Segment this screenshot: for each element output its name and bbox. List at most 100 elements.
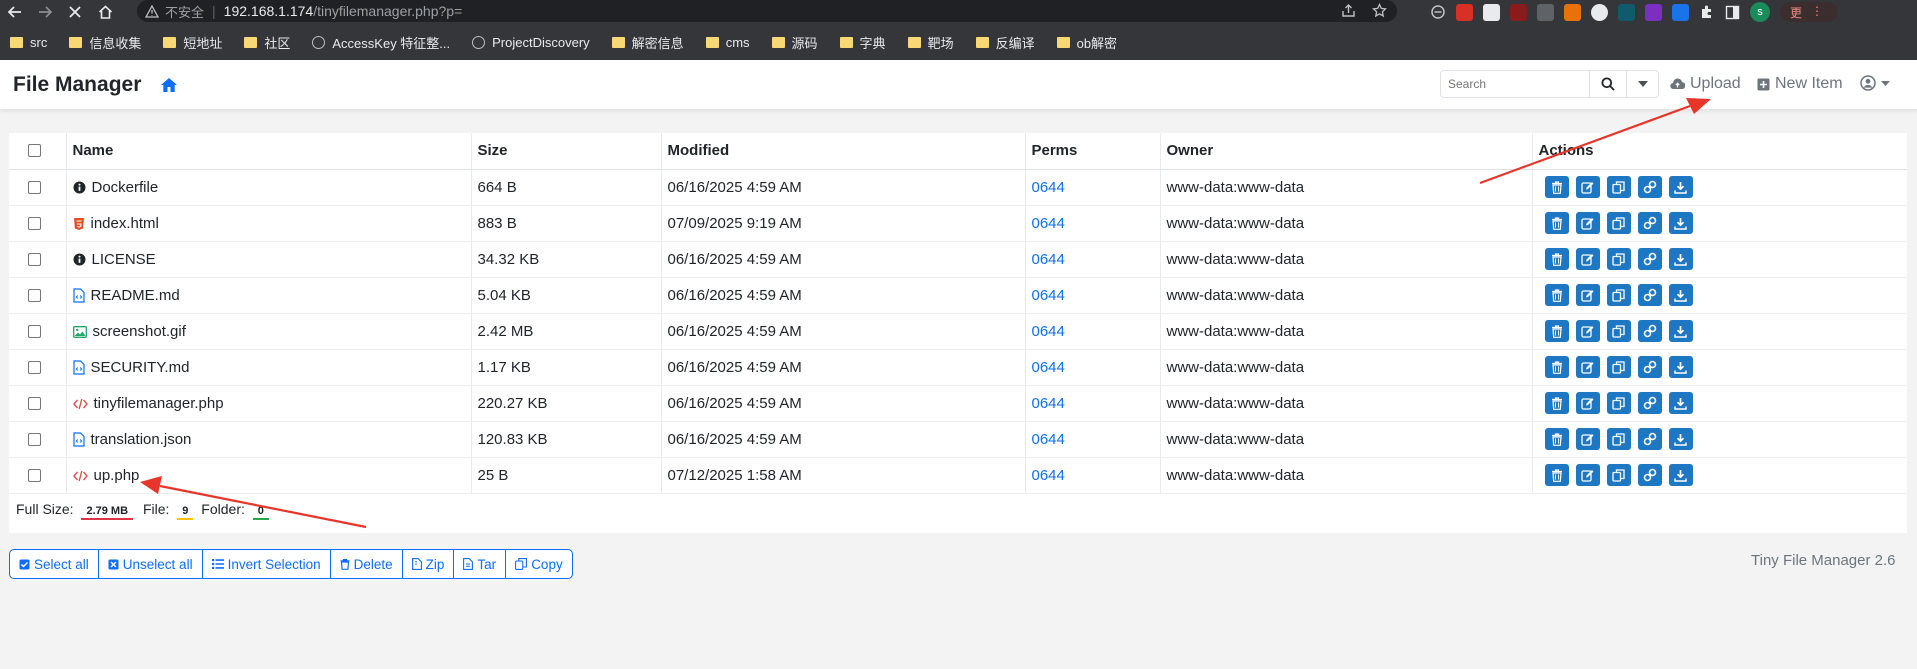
bookmark-item[interactable]: ob解密 bbox=[1056, 33, 1117, 52]
file-name-cell[interactable]: index.html bbox=[66, 205, 472, 242]
link-button[interactable] bbox=[1637, 428, 1662, 450]
trash-button[interactable] bbox=[1544, 176, 1569, 198]
link-button[interactable] bbox=[1637, 392, 1662, 414]
edit-button[interactable] bbox=[1575, 392, 1600, 414]
download-button[interactable] bbox=[1668, 284, 1693, 306]
link-button[interactable] bbox=[1637, 248, 1662, 270]
trash-button[interactable] bbox=[1544, 392, 1569, 414]
edit-button[interactable] bbox=[1575, 428, 1600, 450]
perms-link[interactable]: 0644 bbox=[1032, 431, 1065, 448]
download-button[interactable] bbox=[1668, 248, 1693, 270]
row-checkbox[interactable] bbox=[28, 360, 41, 374]
bookmark-item[interactable]: src bbox=[10, 35, 47, 50]
link-button[interactable] bbox=[1637, 356, 1662, 378]
bookmark-item[interactable]: ProjectDiscovery bbox=[472, 35, 590, 50]
extension-qr-icon[interactable] bbox=[1483, 3, 1500, 21]
perms-link[interactable]: 0644 bbox=[1032, 323, 1065, 340]
copy-button[interactable] bbox=[1606, 392, 1631, 414]
row-checkbox[interactable] bbox=[28, 180, 41, 194]
new-item-link[interactable]: New Item bbox=[1757, 75, 1843, 93]
extension-ghost-icon[interactable] bbox=[1591, 3, 1608, 21]
link-button[interactable] bbox=[1637, 284, 1662, 306]
invert-selection-button[interactable]: Invert Selection bbox=[203, 550, 331, 578]
perms-link[interactable]: 0644 bbox=[1032, 251, 1065, 268]
row-checkbox[interactable] bbox=[28, 432, 41, 446]
stop-icon[interactable] bbox=[60, 0, 90, 24]
file-name-cell[interactable]: tinyfilemanager.php bbox=[66, 385, 472, 422]
bookmark-item[interactable]: 信息收集 bbox=[69, 33, 141, 52]
download-button[interactable] bbox=[1668, 392, 1693, 414]
copy-button[interactable] bbox=[1606, 248, 1631, 270]
download-button[interactable] bbox=[1668, 320, 1693, 342]
back-icon[interactable] bbox=[0, 0, 30, 24]
home-icon[interactable] bbox=[160, 77, 178, 93]
perms-link[interactable]: 0644 bbox=[1032, 179, 1065, 196]
puzzle-icon[interactable] bbox=[1699, 4, 1715, 20]
row-checkbox[interactable] bbox=[28, 288, 41, 302]
user-menu[interactable] bbox=[1860, 75, 1890, 91]
search-input[interactable] bbox=[1440, 70, 1590, 98]
tar-button[interactable]: Tar bbox=[454, 550, 507, 578]
perms-link[interactable]: 0644 bbox=[1032, 359, 1065, 376]
copy-button[interactable] bbox=[1606, 284, 1631, 306]
bookmark-item[interactable]: 反编译 bbox=[975, 33, 1035, 52]
delete-button[interactable]: Delete bbox=[331, 550, 403, 578]
trash-button[interactable] bbox=[1544, 212, 1569, 234]
bookmark-item[interactable]: 源码 bbox=[771, 33, 818, 52]
link-button[interactable] bbox=[1637, 212, 1662, 234]
row-checkbox[interactable] bbox=[28, 252, 41, 266]
bookmark-item[interactable]: AccessKey 特征整... bbox=[312, 33, 450, 52]
edit-button[interactable] bbox=[1575, 284, 1600, 306]
edit-button[interactable] bbox=[1575, 248, 1600, 270]
row-checkbox[interactable] bbox=[28, 396, 41, 410]
address-bar[interactable]: 不安全 | 192.168.1.174/tinyfilemanager.php?… bbox=[137, 0, 1397, 22]
link-button[interactable] bbox=[1637, 176, 1662, 198]
edit-button[interactable] bbox=[1575, 176, 1600, 198]
home-nav-icon[interactable] bbox=[90, 0, 120, 24]
update-button[interactable]: 更新⋮ bbox=[1780, 2, 1838, 37]
perms-link[interactable]: 0644 bbox=[1032, 395, 1065, 412]
unselect-all-button[interactable]: Unselect all bbox=[99, 550, 203, 578]
upload-link[interactable]: Upload bbox=[1670, 75, 1741, 93]
bookmark-item[interactable]: 短地址 bbox=[163, 33, 222, 52]
file-name-cell[interactable]: LICENSE bbox=[66, 241, 472, 278]
row-checkbox[interactable] bbox=[28, 216, 41, 230]
extension-teal-icon[interactable] bbox=[1618, 3, 1635, 21]
extension-red-icon[interactable] bbox=[1510, 3, 1527, 21]
copy-button[interactable] bbox=[1606, 320, 1631, 342]
extension-j-icon[interactable] bbox=[1537, 3, 1554, 21]
download-button[interactable] bbox=[1668, 356, 1693, 378]
header-perms[interactable]: Perms bbox=[1025, 133, 1161, 170]
file-name[interactable]: README.md bbox=[91, 287, 180, 304]
row-checkbox[interactable] bbox=[28, 324, 41, 338]
header-size[interactable]: Size bbox=[471, 133, 662, 170]
forward-icon[interactable] bbox=[30, 0, 60, 24]
trash-button[interactable] bbox=[1544, 464, 1569, 486]
trash-button[interactable] bbox=[1544, 428, 1569, 450]
file-name-cell[interactable]: translation.json bbox=[66, 421, 472, 458]
search-options-dropdown[interactable] bbox=[1627, 70, 1659, 98]
link-button[interactable] bbox=[1637, 320, 1662, 342]
file-name[interactable]: LICENSE bbox=[92, 251, 156, 268]
zip-button[interactable]: Zip bbox=[403, 550, 455, 578]
header-owner[interactable]: Owner bbox=[1160, 133, 1533, 170]
trash-button[interactable] bbox=[1544, 284, 1569, 306]
block-icon[interactable] bbox=[1430, 4, 1446, 20]
bookmark-item[interactable]: 解密信息 bbox=[611, 33, 684, 52]
extension-purple-icon[interactable] bbox=[1645, 3, 1662, 21]
perms-link[interactable]: 0644 bbox=[1032, 287, 1065, 304]
file-name[interactable]: up.php bbox=[94, 467, 140, 484]
search-button[interactable] bbox=[1590, 70, 1627, 98]
perms-link[interactable]: 0644 bbox=[1032, 467, 1065, 484]
trash-button[interactable] bbox=[1544, 248, 1569, 270]
link-button[interactable] bbox=[1637, 464, 1662, 486]
edit-button[interactable] bbox=[1575, 320, 1600, 342]
header-name[interactable]: Name bbox=[66, 133, 472, 170]
file-name[interactable]: Dockerfile bbox=[92, 179, 159, 196]
copy-button[interactable] bbox=[1606, 464, 1631, 486]
edit-button[interactable] bbox=[1575, 212, 1600, 234]
download-button[interactable] bbox=[1668, 428, 1693, 450]
file-name-cell[interactable]: SECURITY.md bbox=[66, 349, 472, 386]
perms-link[interactable]: 0644 bbox=[1032, 215, 1065, 232]
file-name-cell[interactable]: Dockerfile bbox=[66, 169, 472, 206]
